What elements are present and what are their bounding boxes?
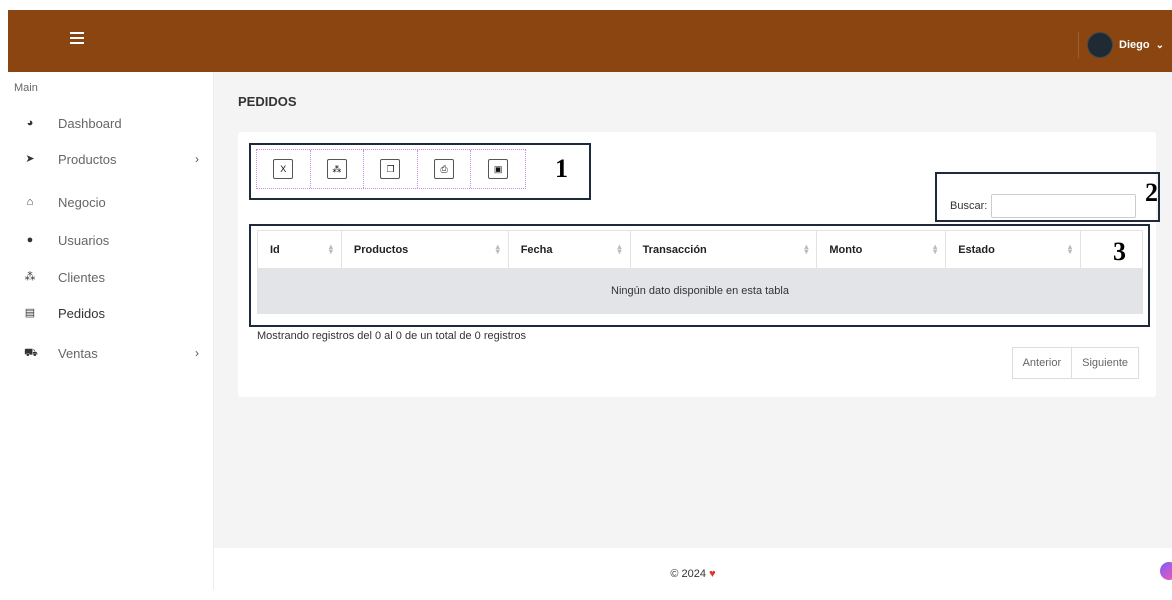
avatar[interactable]	[1087, 32, 1114, 58]
previous-page-button[interactable]: Anterior	[1011, 347, 1073, 379]
sidebar-item-negocio[interactable]: ⌂ Negocio	[24, 191, 199, 213]
next-page-button[interactable]: Siguiente	[1072, 347, 1139, 379]
annotation-box-3	[249, 224, 1150, 327]
users-icon: ⁂	[24, 271, 36, 283]
annotation-number-3: 3	[1113, 237, 1126, 266]
user-name[interactable]: Diego	[1119, 39, 1150, 51]
sidebar-item-label: Pedidos	[58, 305, 105, 321]
sidebar-item-label: Ventas	[58, 345, 98, 361]
user-menu[interactable]: Diego ⌄	[1078, 32, 1164, 58]
sidebar-item-label: Negocio	[58, 194, 106, 210]
chevron-down-icon[interactable]: ⌄	[1156, 40, 1164, 51]
floating-widget-icon[interactable]	[1160, 562, 1172, 580]
sidebar-item-label: Dashboard	[58, 115, 122, 131]
pie-chart-icon: ◕	[26, 117, 34, 129]
sidebar-section-label: Main	[14, 82, 38, 94]
chevron-right-icon: ›	[195, 346, 199, 360]
footer: © 2024 ♥	[214, 548, 1172, 590]
footer-text: © 2024	[670, 568, 707, 580]
sidebar-item-pedidos[interactable]: ▤ Pedidos	[24, 302, 199, 324]
annotation-number-1: 1	[555, 154, 568, 183]
heart-icon: ♥	[709, 568, 716, 580]
annotation-number-2: 2	[1145, 178, 1158, 207]
sidebar-item-usuarios[interactable]: ● Usuarios	[24, 229, 199, 251]
sidebar-item-dashboard[interactable]: ◕ Dashboard	[24, 112, 199, 134]
sidebar-item-label: Productos	[58, 151, 117, 167]
annotation-box-1	[249, 143, 591, 200]
page-title: PEDIDOS	[238, 94, 297, 109]
menu-toggle-icon[interactable]	[70, 32, 84, 44]
tags-icon: ➤	[25, 153, 35, 165]
sidebar: Main ◕ Dashboard ➤ Productos › ⌂ Negocio…	[0, 72, 214, 590]
chevron-right-icon: ›	[195, 152, 199, 166]
annotation-box-2	[935, 172, 1160, 222]
sidebar-item-label: Clientes	[58, 269, 105, 285]
pagination: Anterior Siguiente	[1011, 347, 1139, 379]
table-info: Mostrando registros del 0 al 0 de un tot…	[257, 330, 527, 342]
sidebar-item-productos[interactable]: ➤ Productos ›	[24, 148, 199, 170]
list-icon: ▤	[24, 307, 36, 319]
cart-icon: ⛟	[24, 347, 38, 359]
sidebar-item-clientes[interactable]: ⁂ Clientes	[24, 266, 199, 288]
top-navbar: Diego ⌄	[8, 10, 1172, 72]
home-icon: ⌂	[26, 196, 34, 208]
user-icon: ●	[26, 234, 34, 246]
sidebar-item-ventas[interactable]: ⛟ Ventas ›	[24, 342, 199, 364]
sidebar-item-label: Usuarios	[58, 232, 110, 248]
